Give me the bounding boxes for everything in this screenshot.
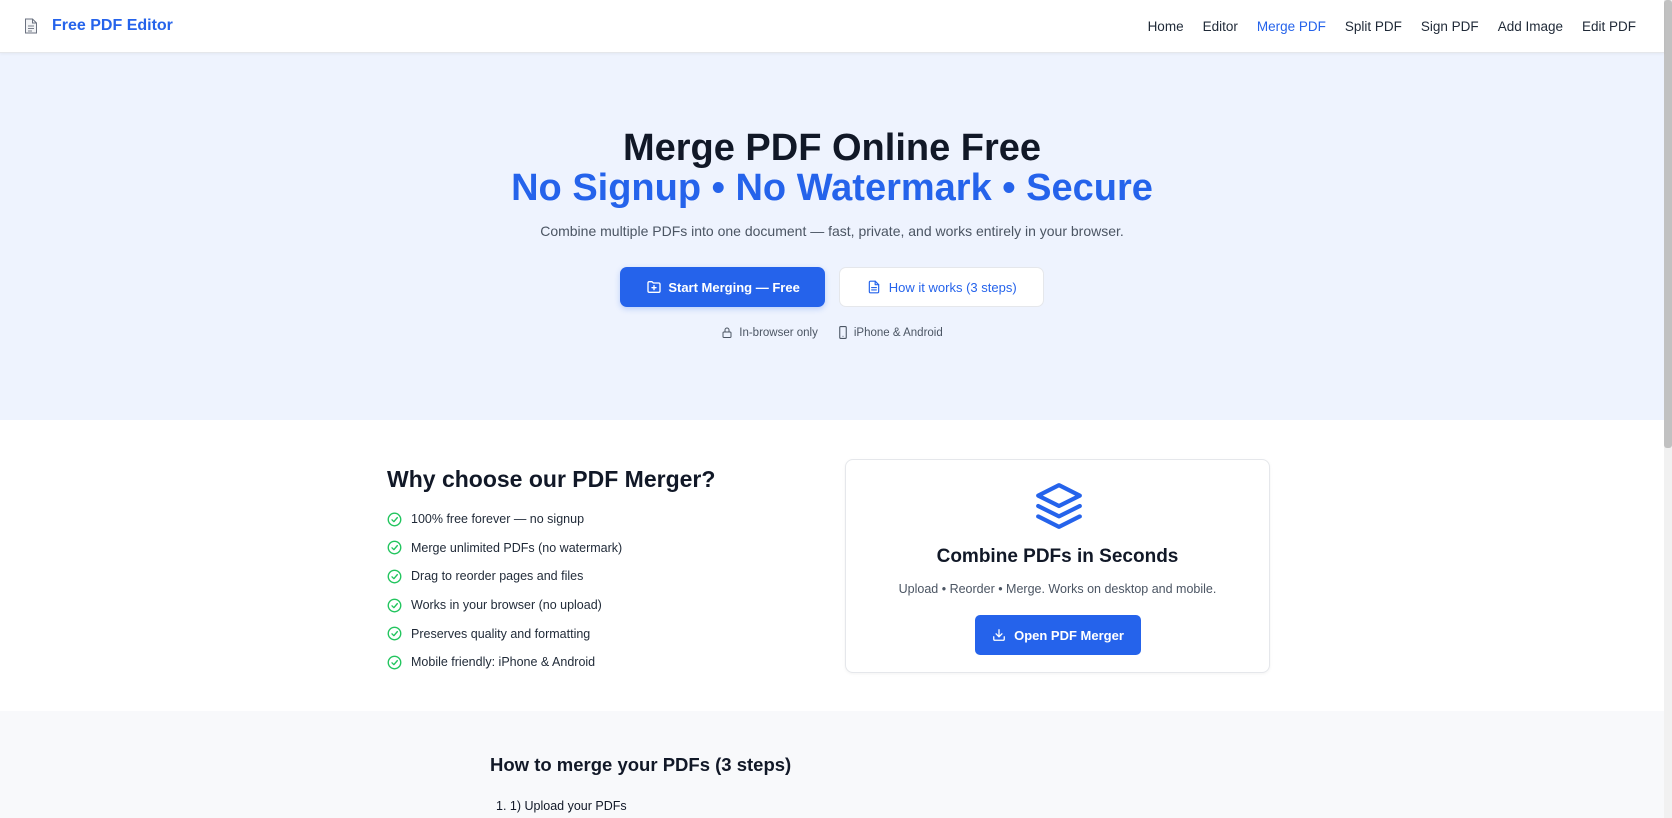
start-merging-button[interactable]: Start Merging — Free — [620, 267, 825, 307]
list-item-label: Mobile friendly: iPhone & Android — [411, 655, 596, 670]
nav-link-edit-pdf[interactable]: Edit PDF — [1582, 19, 1636, 34]
list-item: Mobile friendly: iPhone & Android — [387, 648, 807, 677]
hero-buttons: Start Merging — Free How it works (3 ste… — [0, 267, 1664, 307]
steps-list: 1. 1) Upload your PDFs — [496, 799, 627, 813]
card-title: Combine PDFs in Seconds — [936, 546, 1179, 567]
merge-card: Combine PDFs in Seconds Upload • Reorder… — [845, 459, 1270, 673]
check-circle-icon — [387, 598, 402, 613]
brand-link[interactable]: Free PDF Editor — [24, 17, 173, 35]
list-item-label: Preserves quality and formatting — [411, 626, 591, 641]
list-item: 1. 1) Upload your PDFs — [496, 799, 627, 813]
steps-section: How to merge your PDFs (3 steps) 1. 1) U… — [0, 711, 1664, 818]
how-it-works-label: How it works (3 steps) — [888, 279, 1017, 295]
start-merging-label: Start Merging — Free — [668, 279, 800, 295]
layers-icon — [1036, 483, 1082, 529]
hero-description: Combine multiple PDFs into one document … — [540, 223, 1124, 239]
nav-link-add-image[interactable]: Add Image — [1498, 19, 1563, 34]
badge-mobile: iPhone & Android — [838, 326, 943, 339]
download-icon — [993, 629, 1005, 641]
brand-name: Free PDF Editor — [52, 17, 173, 34]
check-circle-icon — [387, 655, 402, 670]
page-scrollbar[interactable] — [1664, 0, 1672, 818]
hero-title: Merge PDF Online Free — [622, 127, 1042, 169]
list-item: Merge unlimited PDFs (no watermark) — [387, 534, 807, 563]
hero-badges: In-browser only iPhone & Android — [0, 326, 1664, 339]
list-item-label: 100% free forever — no signup — [411, 512, 585, 527]
nav-link-split-pdf[interactable]: Split PDF — [1345, 19, 1402, 34]
nav-link-home[interactable]: Home — [1148, 19, 1184, 34]
nav-link-merge-pdf[interactable]: Merge PDF — [1257, 19, 1326, 34]
open-pdf-merger-button[interactable]: Open PDF Merger — [975, 615, 1141, 655]
features-column: Why choose our PDF Merger? 100% free for… — [387, 466, 807, 677]
hero-subtitle: No Signup • No Watermark • Secure — [511, 167, 1153, 209]
nav-link-sign-pdf[interactable]: Sign PDF — [1421, 19, 1479, 34]
scrollbar-thumb[interactable] — [1664, 0, 1672, 448]
list-item: Preserves quality and formatting — [387, 619, 807, 648]
badge-label: iPhone & Android — [853, 326, 943, 339]
list-item-label: Drag to reorder pages and files — [411, 569, 584, 584]
folder-plus-icon — [647, 281, 661, 293]
check-circle-icon — [387, 626, 402, 641]
list-item: Drag to reorder pages and files — [387, 562, 807, 591]
badge-in-browser: In-browser only — [721, 326, 818, 339]
nav-links: Home Editor Merge PDF Split PDF Sign PDF… — [1148, 19, 1636, 34]
features-list: 100% free forever — no signup Merge unli… — [387, 505, 807, 677]
list-item: Works in your browser (no upload) — [387, 591, 807, 620]
list-item-label: Works in your browser (no upload) — [411, 598, 602, 613]
badge-label: In-browser only — [739, 326, 818, 339]
how-it-works-button[interactable]: How it works (3 steps) — [838, 267, 1044, 307]
check-circle-icon — [387, 512, 402, 527]
phone-icon — [839, 326, 847, 339]
list-item: 100% free forever — no signup — [387, 505, 807, 534]
lock-icon — [722, 327, 732, 338]
steps-title: How to merge your PDFs (3 steps) — [490, 754, 792, 775]
file-text-icon — [868, 280, 880, 294]
features-section: Why choose our PDF Merger? 100% free for… — [0, 420, 1664, 711]
top-navbar: Free PDF Editor Home Editor Merge PDF Sp… — [0, 0, 1664, 53]
card-description: Upload • Reorder • Merge. Works on deskt… — [898, 582, 1217, 596]
document-icon — [25, 18, 37, 34]
features-title: Why choose our PDF Merger? — [387, 466, 716, 492]
open-pdf-merger-label: Open PDF Merger — [1014, 627, 1124, 643]
hero-section: Merge PDF Online Free No Signup • No Wat… — [0, 53, 1664, 420]
nav-link-editor[interactable]: Editor — [1203, 19, 1238, 34]
check-circle-icon — [387, 540, 402, 555]
list-item-label: Merge unlimited PDFs (no watermark) — [411, 540, 623, 555]
check-circle-icon — [387, 569, 402, 584]
